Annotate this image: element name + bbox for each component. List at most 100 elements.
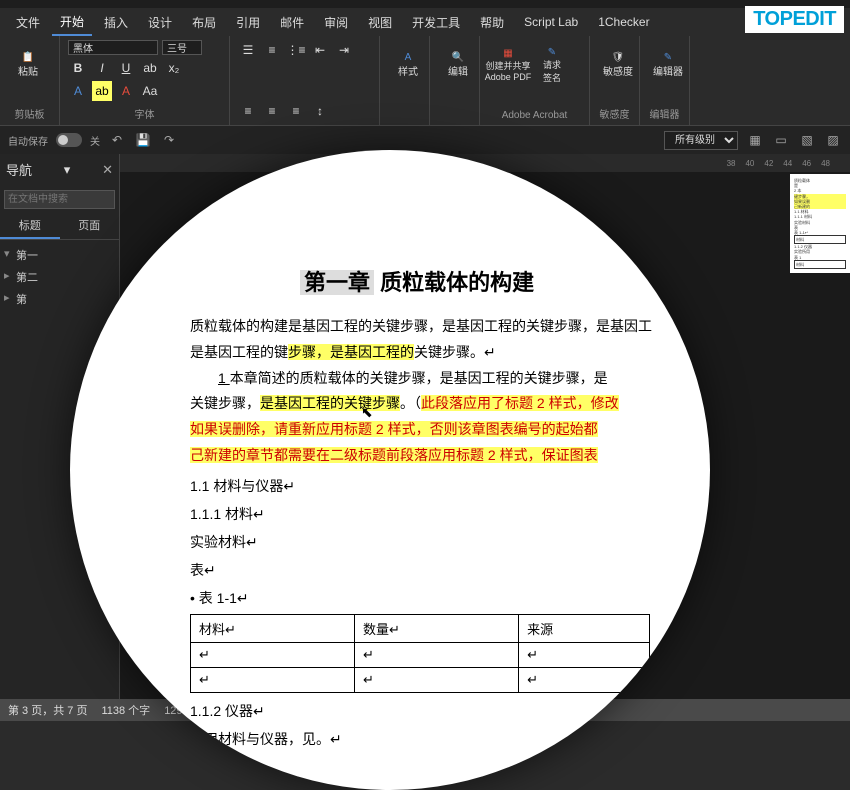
indent-inc-button[interactable]: ⇥ [334,40,354,60]
nav-tab-pages[interactable]: 页面 [60,213,120,239]
text-run: 关键步骤， [190,395,260,411]
nav-search-input[interactable] [4,190,115,209]
doc-heading-2: 1.1 材料与仪器↵ [190,476,690,496]
doc-paragraph: 关键步骤，是基因工程的关键步骤。（此段落应用了标题 2 样式，修改 [190,392,690,416]
word-count[interactable]: 1138 个字 [101,702,150,718]
editor-btn-label: 编辑器 [653,63,683,78]
acrobat-group-label: Adobe Acrobat [488,110,581,121]
ruler-mark: 48 [821,159,830,168]
underline-button[interactable]: U [116,58,136,78]
menu-layout[interactable]: 布局 [184,10,224,35]
table-row: ↵ ↵ ↵ [191,642,650,667]
menu-1checker[interactable]: 1Checker [590,11,657,33]
level-select[interactable]: 所有级别 [664,131,738,150]
magnified-document: 第一章 质粒载体的构建 质粒载体的构建是基因工程的关键步骤，是基因工程的关键步骤… [190,265,690,749]
bold-button[interactable]: B [68,58,88,78]
clipboard-group-label: 剪贴板 [8,106,51,121]
change-case-button[interactable]: Aa [140,81,160,101]
highlighted-run: 是基因工程的关键步骤 [260,395,400,411]
qa-icon-1[interactable]: ▦ [746,131,764,149]
menu-home[interactable]: 开始 [52,9,92,36]
edit-button[interactable]: 🔍 编辑 [438,40,478,90]
font-color-red[interactable]: A [116,81,136,101]
page-thumbnail[interactable]: 质粒载体 是 2 本 键步骤， 如果误删 己新建的 1.1 材料 1.1.1 材… [790,174,850,273]
watermark-logo: TOPEDIT [745,6,844,33]
save-button[interactable]: 💾 [134,131,152,149]
doc-paragraph: 是基因工程的键步骤，是基因工程的关键步骤。↵ [190,341,690,365]
nav-item-ch1[interactable]: 第一 [4,244,115,266]
editor-button[interactable]: ✎ 编辑器 [648,40,688,90]
align-right-button[interactable]: ≡ [286,101,306,121]
doc-table-caption: • 表 1-1↵ [190,588,690,608]
paste-label: 粘贴 [18,63,38,78]
nav-item-ch3[interactable]: 第 [4,288,115,310]
qa-icon-2[interactable]: ▭ [772,131,790,149]
qa-icon-4[interactable]: ▨ [824,131,842,149]
sign-icon: ✎ [548,47,556,58]
italic-button[interactable]: I [92,58,112,78]
menu-view[interactable]: 视图 [360,10,400,35]
menu-help[interactable]: 帮助 [472,10,512,35]
font-name-select[interactable] [68,40,158,55]
page-count[interactable]: 第 3 页，共 7 页 [8,702,87,718]
create-pdf-label: 创建并共享 Adobe PDF [485,59,532,82]
nav-tab-headings[interactable]: 标题 [0,213,60,239]
doc-paragraph: 己新建的章节都需要在二级标题前段落应用标题 2 样式，保证图表 [190,444,690,468]
doc-paragraph: 所用材料与仪器，见。↵ [190,729,690,749]
menu-insert[interactable]: 插入 [96,10,136,35]
thumb-line: 材料 [794,235,846,244]
font-group-label: 字体 [68,106,221,121]
table-row: 材料↵ 数量↵ 来源 [191,614,650,642]
sensitivity-button[interactable]: 🛡 敏感度 [598,40,638,90]
text-run: 关键步骤。↵ [414,344,496,360]
nav-close-button[interactable]: ✕ [102,162,113,178]
redo-button[interactable]: ↷ [160,131,178,149]
numbering-button[interactable]: ≡ [262,40,282,60]
align-left-button[interactable]: ≡ [238,101,258,121]
editor-icon: ✎ [664,52,672,63]
menu-devtools[interactable]: 开发工具 [404,10,468,35]
menu-review[interactable]: 审阅 [316,10,356,35]
font-size-select[interactable] [162,40,202,55]
table-header-cell: 数量↵ [355,614,519,642]
nav-dropdown-icon[interactable]: ▾ [64,162,71,178]
edit-label: 编辑 [448,63,468,78]
text-run: 是基因工程的键 [190,344,288,360]
menu-references[interactable]: 引用 [228,10,268,35]
multilevel-button[interactable]: ⋮≡ [286,40,306,60]
paste-button[interactable]: 📋 粘贴 [8,40,48,90]
doc-paragraph: 表↵ [190,560,690,580]
editor-group-label: 编辑器 [648,106,681,121]
strikethrough-button[interactable]: ab [140,58,160,78]
menu-file[interactable]: 文件 [8,10,48,35]
menu-scriptlab[interactable]: Script Lab [516,11,586,33]
font-color-button[interactable]: A [68,81,88,101]
magnifier-lens: 第一章 质粒载体的构建 质粒载体的构建是基因工程的关键步骤，是基因工程的关键步骤… [70,150,710,790]
undo-button[interactable]: ↶ [108,131,126,149]
subscript-button[interactable]: x₂ [164,58,184,78]
align-center-button[interactable]: ≡ [262,101,282,121]
table-cell: ↵ [519,667,650,692]
highlight-button[interactable]: ab [92,81,112,101]
create-pdf-button[interactable]: ▦ 创建并共享 Adobe PDF [488,40,528,90]
bullets-button[interactable]: ☰ [238,40,258,60]
nav-item-ch2[interactable]: 第二 [4,266,115,288]
indent-dec-button[interactable]: ⇤ [310,40,330,60]
styles-button[interactable]: A 样式 [388,40,428,90]
pdf-icon: ▦ [503,48,512,59]
menu-mailings[interactable]: 邮件 [272,10,312,35]
ruler-mark: 42 [764,159,773,168]
sign-label: 请求 签名 [543,58,561,84]
autosave-toggle[interactable] [56,133,82,147]
clipboard-icon: 📋 [22,52,34,63]
menu-design[interactable]: 设计 [140,10,180,35]
line-spacing-button[interactable]: ↕ [310,101,330,121]
highlighted-red-run: 此段落应用了标题 2 样式，修改 [421,395,619,411]
request-sign-button[interactable]: ✎ 请求 签名 [532,40,572,90]
nav-title: 导航 [6,160,32,179]
doc-paragraph: 质粒载体的构建是基因工程的关键步骤，是基因工程的关键步骤，是基因工 [190,315,690,339]
qa-icon-3[interactable]: ▧ [798,131,816,149]
text-run: 质粒载体的构建是基因工程的关键步骤，是基因工程的关键步骤，是基因工 [190,318,652,334]
ribbon: 📋 粘贴 剪贴板 B I U ab x₂ A ab A Aa 字体 ☰ ≡ ⋮≡ [0,36,850,126]
doc-paragraph: 1 本章简述的质粒载体的关键步骤，是基因工程的关键步骤，是 [190,367,690,391]
